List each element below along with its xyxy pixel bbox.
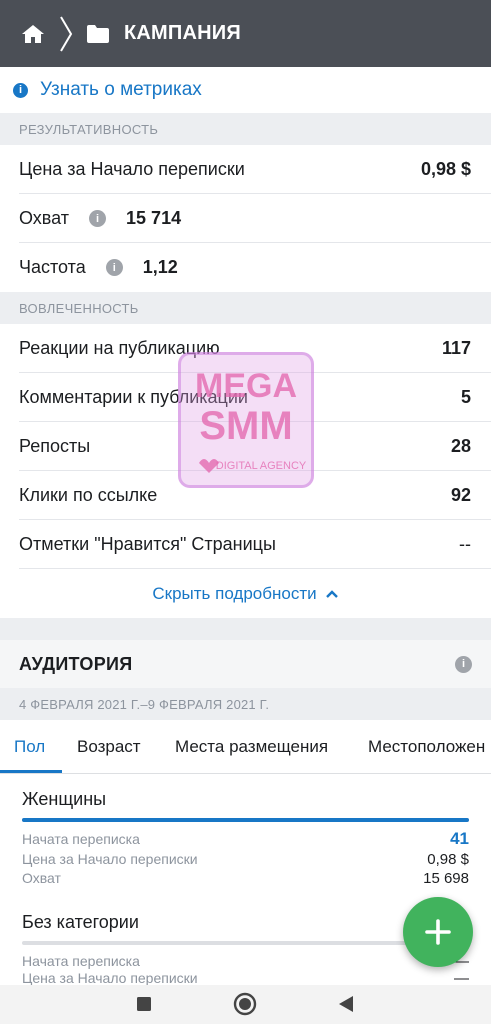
metric-label: Отметки "Нравится" Страницы bbox=[19, 534, 276, 554]
metric-row-comments: Комментарии к публикации 5 bbox=[0, 373, 491, 422]
hide-details-button[interactable]: Скрыть подробности bbox=[0, 570, 491, 618]
breadcrumb-chevron-icon bbox=[58, 14, 74, 54]
category-metric-value: 15 698 bbox=[423, 869, 469, 887]
learn-metrics-link[interactable]: i Узнать о метриках bbox=[0, 67, 491, 113]
info-icon[interactable]: i bbox=[89, 210, 107, 227]
active-tab-indicator bbox=[0, 770, 62, 773]
metric-row-shares: Репосты 28 bbox=[0, 422, 491, 471]
info-icon[interactable]: i bbox=[105, 259, 123, 276]
metric-row-link-clicks: Клики по ссылке 92 bbox=[0, 471, 491, 520]
category-metric-value: 41 bbox=[450, 829, 469, 848]
category-metric-row: Цена за Начало переписки — bbox=[22, 970, 469, 985]
nav-recents-icon[interactable] bbox=[136, 996, 152, 1012]
hide-details-label: Скрыть подробности bbox=[152, 584, 317, 603]
info-icon[interactable]: i bbox=[455, 655, 472, 673]
metric-row-frequency: Частота i 1,12 bbox=[0, 243, 491, 292]
metric-value: 28 bbox=[450, 436, 471, 456]
category-metric-row: Цена за Начало переписки 0,98 $ bbox=[22, 849, 469, 869]
section-header-engagement: ВОВЛЕЧЕННОСТЬ bbox=[0, 292, 491, 324]
metric-label: Охват bbox=[19, 208, 70, 228]
metric-label: Комментарии к публикации bbox=[19, 387, 248, 407]
category-metric-label: Начата переписка bbox=[22, 953, 140, 969]
category-metric-value: — bbox=[454, 970, 469, 985]
metric-value: 92 bbox=[450, 485, 471, 505]
category-metric-row: Начата переписка — bbox=[22, 951, 469, 971]
info-icon: i bbox=[13, 82, 28, 98]
page-title: КАМПАНИЯ bbox=[124, 22, 241, 44]
category-metric-value: 0,98 $ bbox=[427, 850, 469, 868]
audience-date-range: 4 ФЕВРАЛЯ 2021 Г.–9 ФЕВРАЛЯ 2021 Г. bbox=[0, 688, 491, 720]
metric-label: Цена за Начало переписки bbox=[19, 159, 245, 179]
tab-age[interactable]: Возраст bbox=[77, 720, 141, 773]
chevron-up-icon bbox=[325, 590, 338, 598]
add-button[interactable] bbox=[403, 897, 473, 967]
metric-label: Частота bbox=[19, 257, 86, 277]
category-metric-row: Начата переписка 41 bbox=[22, 829, 469, 849]
top-app-bar: КАМПАНИЯ bbox=[0, 0, 491, 67]
category-title: Без категории bbox=[22, 912, 139, 932]
metric-value: 0,98 $ bbox=[420, 159, 471, 179]
category-title: Женщины bbox=[22, 789, 107, 809]
metric-value: -- bbox=[459, 534, 471, 554]
nav-home-icon[interactable] bbox=[233, 992, 257, 1016]
metric-value: 1,12 bbox=[142, 257, 178, 277]
category-bar bbox=[22, 818, 469, 822]
metric-value: 5 bbox=[460, 387, 471, 407]
category-metric-label: Начата переписка bbox=[22, 831, 140, 847]
category-bar bbox=[22, 941, 469, 945]
category-metric-label: Охват bbox=[22, 870, 61, 886]
category-bar-fill bbox=[22, 818, 469, 822]
system-nav-bar bbox=[0, 985, 491, 1024]
metric-row-reach: Охват i 15 714 bbox=[0, 194, 491, 243]
home-icon[interactable] bbox=[20, 23, 46, 45]
section-gap bbox=[0, 618, 491, 640]
metric-row-cost: Цена за Начало переписки 0,98 $ bbox=[0, 145, 491, 194]
learn-metrics-label: Узнать о метриках bbox=[40, 79, 202, 100]
metric-label: Клики по ссылке bbox=[19, 485, 158, 505]
tab-placements[interactable]: Места размещения bbox=[175, 720, 328, 773]
tab-location[interactable]: Местоположен bbox=[368, 720, 485, 773]
audience-header: АУДИТОРИЯ i bbox=[0, 640, 491, 688]
metric-label: Реакции на публикацию bbox=[19, 338, 220, 358]
metric-row-page-likes: Отметки "Нравится" Страницы -- bbox=[0, 520, 491, 569]
metric-value: 15 714 bbox=[126, 208, 182, 228]
tab-gender[interactable]: Пол bbox=[14, 720, 45, 773]
category-metric-label: Цена за Начало переписки bbox=[22, 851, 198, 867]
metric-value: 117 bbox=[441, 338, 471, 358]
audience-title: АУДИТОРИЯ bbox=[19, 653, 133, 674]
metric-label: Репосты bbox=[19, 436, 91, 456]
folder-icon bbox=[86, 24, 110, 44]
metric-row-reactions: Реакции на публикацию 117 bbox=[0, 324, 491, 373]
audience-tabs: Пол Возраст Места размещения Местоположе… bbox=[0, 720, 491, 774]
category-metric-label: Цена за Начало переписки bbox=[22, 970, 198, 985]
category-metric-row: Охват 15 698 bbox=[22, 868, 469, 888]
section-header-performance: РЕЗУЛЬТАТИВНОСТЬ bbox=[0, 113, 491, 145]
plus-icon bbox=[425, 919, 451, 945]
nav-back-icon[interactable] bbox=[338, 995, 354, 1013]
